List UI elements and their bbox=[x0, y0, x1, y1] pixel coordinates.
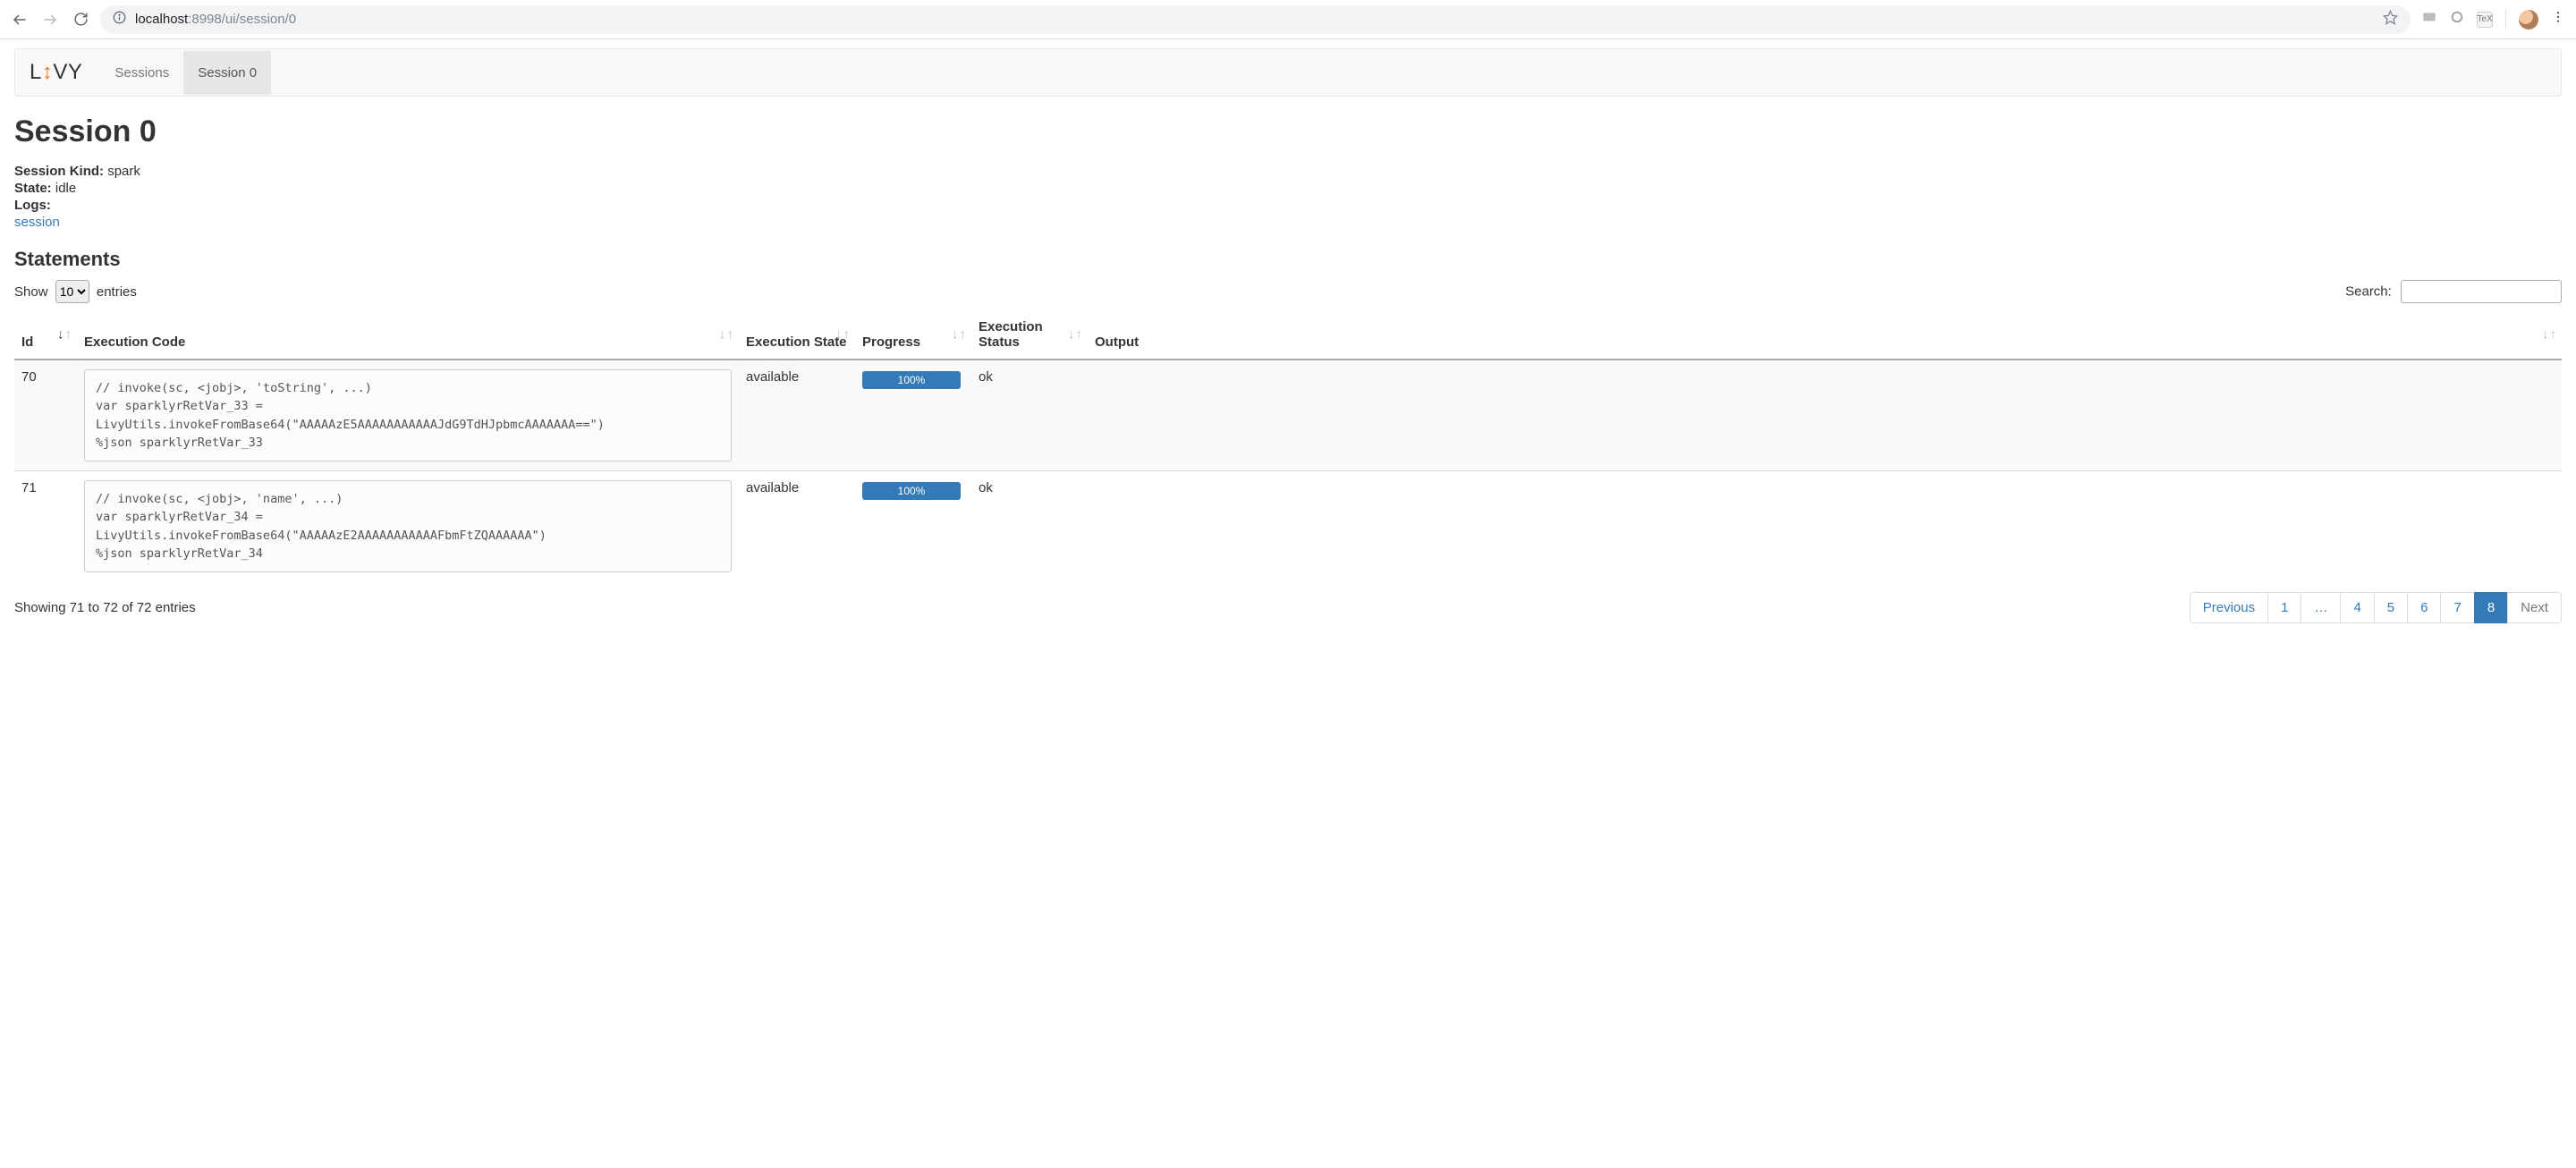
search-label: Search: bbox=[2345, 284, 2392, 300]
session-logs-label: Logs: bbox=[14, 198, 51, 213]
col-state-label: Execution State bbox=[746, 334, 847, 350]
browser-toolbar: localhost:8998/ui/session/0 TeX bbox=[0, 0, 2576, 39]
search-control: Search: bbox=[2345, 280, 2562, 303]
col-header-code[interactable]: Execution Code ↓↑ bbox=[77, 310, 739, 360]
logo-letter-l: L bbox=[30, 60, 42, 84]
page-content: L↕VY Sessions Session 0 Session 0 Sessio… bbox=[0, 39, 2576, 650]
col-progress-label: Progress bbox=[862, 334, 920, 350]
cell-code: // invoke(sc, <jobj>, 'toString', ...) v… bbox=[77, 360, 739, 471]
pagination-page[interactable]: 4 bbox=[2340, 592, 2374, 623]
table-row: 71// invoke(sc, <jobj>, 'name', ...) var… bbox=[14, 471, 2562, 582]
browser-extensions: TeX bbox=[2421, 9, 2565, 30]
col-header-output[interactable]: Output ↓↑ bbox=[1088, 310, 2562, 360]
cell-progress: 100% bbox=[855, 360, 971, 471]
cell-progress: 100% bbox=[855, 471, 971, 582]
livy-logo[interactable]: L↕VY bbox=[30, 60, 82, 85]
pagination-page[interactable]: 6 bbox=[2407, 592, 2441, 623]
cell-id: 70 bbox=[14, 360, 77, 471]
col-id-label: Id bbox=[21, 334, 33, 350]
cell-code: // invoke(sc, <jobj>, 'name', ...) var s… bbox=[77, 471, 739, 582]
col-code-label: Execution Code bbox=[84, 334, 185, 350]
sort-icon: ↓↑ bbox=[1068, 327, 1082, 343]
pagination-page[interactable]: 7 bbox=[2440, 592, 2474, 623]
pagination-ellipsis: … bbox=[2301, 592, 2341, 623]
progress-bar-fill: 100% bbox=[862, 482, 961, 500]
sort-icon: ↓↑ bbox=[952, 327, 966, 343]
forward-button[interactable] bbox=[41, 11, 59, 29]
session-kind-value: spark bbox=[107, 164, 140, 179]
reload-button[interactable] bbox=[72, 11, 89, 29]
nav-sessions[interactable]: Sessions bbox=[100, 51, 183, 95]
datatable-info: Showing 71 to 72 of 72 entries bbox=[14, 600, 196, 615]
sort-icon: ↓↑ bbox=[835, 327, 850, 343]
profile-avatar[interactable] bbox=[2519, 10, 2538, 30]
url-path: :8998/ui/session/0 bbox=[188, 12, 296, 27]
col-header-progress[interactable]: Progress ↓↑ bbox=[855, 310, 971, 360]
cell-status: ok bbox=[971, 471, 1088, 582]
cell-output bbox=[1088, 471, 2562, 582]
nav-session-0[interactable]: Session 0 bbox=[183, 51, 271, 95]
sort-icon: ↓↑ bbox=[57, 327, 72, 343]
datatable-controls: Show 10 entries Search: bbox=[14, 280, 2562, 303]
session-logs-link-row: session bbox=[14, 215, 2562, 230]
session-logs-row: Logs: bbox=[14, 198, 2562, 213]
session-state-value: idle bbox=[55, 181, 76, 196]
pagination-page[interactable]: 1 bbox=[2267, 592, 2301, 623]
table-row: 70// invoke(sc, <jobj>, 'toString', ...)… bbox=[14, 360, 2562, 471]
cell-state: available bbox=[739, 471, 855, 582]
col-header-status[interactable]: Execution Status ↓↑ bbox=[971, 310, 1088, 360]
back-button[interactable] bbox=[11, 11, 29, 29]
session-state-row: State: idle bbox=[14, 181, 2562, 196]
pagination: Previous1…45678Next bbox=[2190, 592, 2562, 623]
url-host: localhost bbox=[135, 12, 188, 27]
pagination-next[interactable]: Next bbox=[2507, 592, 2562, 623]
pagination-page[interactable]: 8 bbox=[2474, 592, 2508, 623]
col-output-label: Output bbox=[1095, 334, 1139, 350]
code-block: // invoke(sc, <jobj>, 'name', ...) var s… bbox=[84, 480, 732, 572]
session-state-label: State: bbox=[14, 181, 52, 196]
cell-status: ok bbox=[971, 360, 1088, 471]
logo-arrow-icon: ↕ bbox=[42, 60, 54, 84]
length-select[interactable]: 10 bbox=[55, 280, 89, 303]
extension-icon[interactable] bbox=[2421, 9, 2437, 30]
progress-bar-track: 100% bbox=[862, 482, 961, 500]
datatable-footer: Showing 71 to 72 of 72 entries Previous1… bbox=[14, 592, 2562, 623]
show-label: Show bbox=[14, 284, 48, 300]
cell-id: 71 bbox=[14, 471, 77, 582]
session-kind-row: Session Kind: spark bbox=[14, 164, 2562, 179]
session-kind-label: Session Kind: bbox=[14, 164, 104, 179]
extension-icon[interactable] bbox=[2450, 10, 2464, 29]
pagination-previous[interactable]: Previous bbox=[2190, 592, 2268, 623]
address-bar[interactable]: localhost:8998/ui/session/0 bbox=[100, 5, 2411, 34]
progress-bar-fill: 100% bbox=[862, 371, 961, 389]
sort-icon: ↓↑ bbox=[2542, 327, 2556, 343]
length-control: Show 10 entries bbox=[14, 280, 137, 303]
pagination-page[interactable]: 5 bbox=[2374, 592, 2408, 623]
statements-heading: Statements bbox=[14, 248, 2562, 271]
extension-tex-icon[interactable]: TeX bbox=[2477, 12, 2493, 28]
logo-letters-vy: VY bbox=[53, 60, 82, 84]
bookmark-star-icon[interactable] bbox=[2383, 10, 2398, 29]
site-info-icon[interactable] bbox=[113, 11, 126, 28]
sort-icon: ↓↑ bbox=[719, 327, 733, 343]
col-header-id[interactable]: Id ↓↑ bbox=[14, 310, 77, 360]
progress-bar-track: 100% bbox=[862, 371, 961, 389]
search-input[interactable] bbox=[2401, 280, 2562, 303]
cell-output bbox=[1088, 360, 2562, 471]
entries-label: entries bbox=[97, 284, 137, 300]
statements-table: Id ↓↑ Execution Code ↓↑ Execution State … bbox=[14, 310, 2562, 581]
col-status-label: Execution Status bbox=[979, 319, 1043, 350]
nav-buttons bbox=[11, 11, 89, 29]
page-title: Session 0 bbox=[14, 114, 2562, 149]
session-log-link[interactable]: session bbox=[14, 215, 60, 230]
cell-state: available bbox=[739, 360, 855, 471]
code-block: // invoke(sc, <jobj>, 'toString', ...) v… bbox=[84, 369, 732, 461]
col-header-state[interactable]: Execution State ↓↑ bbox=[739, 310, 855, 360]
url-text: localhost:8998/ui/session/0 bbox=[135, 12, 296, 27]
divider bbox=[2505, 10, 2506, 30]
kebab-menu-icon[interactable] bbox=[2551, 10, 2565, 29]
app-navbar: L↕VY Sessions Session 0 bbox=[14, 48, 2562, 97]
